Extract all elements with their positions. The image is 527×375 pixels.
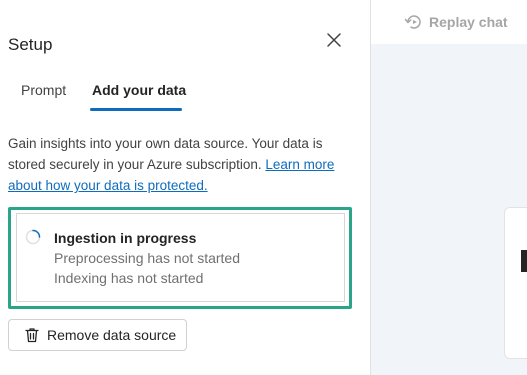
setup-panel: Setup Prompt Add your data Gain insights… xyxy=(0,0,370,375)
chat-card xyxy=(504,207,527,359)
panel-title: Setup xyxy=(8,35,53,54)
indexing-status: Indexing has not started xyxy=(54,270,204,286)
tab-prompt[interactable]: Prompt xyxy=(21,82,66,98)
close-icon xyxy=(327,33,341,47)
tab-add-your-data[interactable]: Add your data xyxy=(92,82,186,98)
spinner-icon xyxy=(25,229,41,245)
replay-icon xyxy=(404,15,421,29)
chat-card-glyph xyxy=(521,250,527,272)
data-description: Gain insights into your own data source.… xyxy=(8,133,358,196)
close-button[interactable] xyxy=(322,28,346,52)
ingestion-title: Ingestion in progress xyxy=(54,230,197,246)
replay-chat-label: Replay chat xyxy=(429,14,508,30)
remove-button-label: Remove data source xyxy=(47,327,177,343)
trash-icon xyxy=(25,328,39,343)
selected-tab-indicator xyxy=(90,108,182,111)
remove-data-source-button[interactable]: Remove data source xyxy=(8,319,187,351)
preprocessing-status: Preprocessing has not started xyxy=(54,250,240,266)
